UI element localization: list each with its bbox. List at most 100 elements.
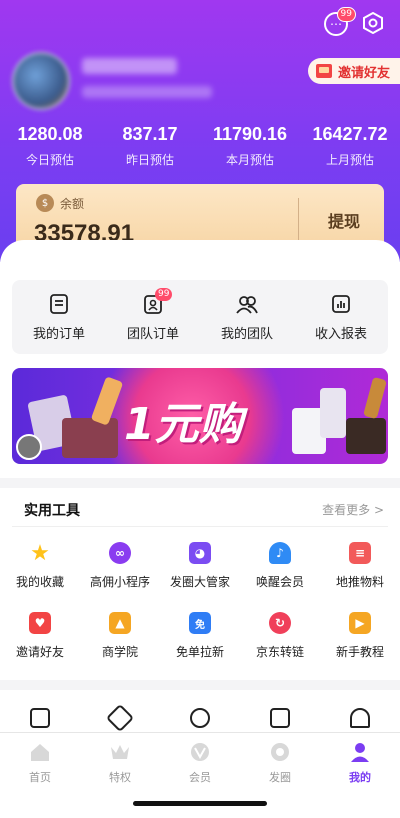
withdraw-button[interactable]: 提现: [328, 208, 360, 232]
free-ticket-icon: 免: [189, 612, 211, 634]
stat-yesterday[interactable]: 837.17 昨日预估: [100, 124, 200, 168]
tools-title: 实用工具: [24, 503, 80, 519]
stat-value: 1280.08: [17, 124, 83, 144]
balance-label-row: $ 余额: [36, 194, 84, 212]
tool-wake-members[interactable]: ♪ 唤醒会员: [240, 542, 320, 598]
envelope-icon: [315, 64, 332, 78]
tool-label: 免单拉新: [175, 645, 224, 659]
checklist-icon[interactable]: [240, 708, 320, 728]
user-id-blurred: [82, 86, 212, 98]
message-badge: 99: [336, 7, 356, 22]
divider: [298, 198, 299, 242]
profile-header: ⋯ 99 邀请好友 1280.08 今日预估 837.17 昨日预估 11790…: [0, 0, 400, 262]
banner-title: 1元购: [124, 399, 243, 450]
report-icon: [332, 294, 350, 313]
tool-label: 邀请好友: [15, 645, 64, 659]
tool-label: 地推物料: [335, 575, 384, 589]
settings-button[interactable]: [362, 12, 384, 34]
money-bag-icon: $: [36, 194, 54, 212]
order-label: 我的团队: [220, 326, 273, 342]
stat-this-month[interactable]: 11790.16 本月预估: [200, 124, 300, 168]
stat-today[interactable]: 1280.08 今日预估: [0, 124, 100, 168]
astronaut-icon[interactable]: [160, 708, 240, 728]
main-content: 我的订单 99 团队订单 我的团队 收入报表 1元购 实用工具 查看更多 > ★…: [0, 262, 400, 733]
section-divider: [0, 680, 400, 690]
section-divider: [0, 478, 400, 488]
tab-home[interactable]: 首页: [0, 741, 80, 785]
tool-promo-materials[interactable]: ≡ 地推物料: [320, 542, 400, 598]
headset-icon[interactable]: [320, 708, 400, 728]
stat-label: 今日预估: [25, 153, 74, 167]
handshake-icon[interactable]: [80, 703, 160, 733]
robot-icon: ◕: [189, 542, 211, 564]
avatar[interactable]: [12, 52, 70, 110]
my-team-button[interactable]: 我的团队: [200, 280, 294, 354]
balance-label: 余额: [60, 196, 85, 211]
material-icon: ≡: [349, 542, 371, 564]
tool-invite-friends[interactable]: ♥ 邀请好友: [0, 612, 80, 668]
tool-label: 京东转链: [255, 645, 304, 659]
divider: [12, 526, 388, 527]
tool-jd-link[interactable]: ↻ 京东转链: [240, 612, 320, 668]
tool-favorites[interactable]: ★ 我的收藏: [0, 540, 80, 598]
income-report-button[interactable]: 收入报表: [294, 280, 388, 354]
bell-icon: ♪: [269, 542, 291, 564]
promo-banner[interactable]: 1元购: [12, 368, 388, 464]
tool-tutorial[interactable]: ▶ 新手教程: [320, 612, 400, 668]
stat-last-month[interactable]: 16427.72 上月预估: [300, 124, 400, 168]
profile-icon: [351, 743, 369, 762]
cat-avatar-icon: [16, 434, 42, 460]
tool-mini-program[interactable]: ∞ 高佣小程序: [80, 542, 160, 598]
tool-label: 唤醒会员: [255, 575, 304, 589]
product-image: [363, 376, 387, 420]
crown-icon: [111, 745, 129, 759]
top-actions: ⋯ 99: [324, 7, 384, 36]
team-icon: [236, 295, 258, 314]
envelope-icon: ♥: [29, 612, 51, 634]
tab-label: 首页: [29, 771, 51, 784]
tab-mine[interactable]: 我的: [320, 741, 400, 785]
tab-label: 会员: [189, 771, 211, 784]
headphones-icon: [350, 708, 370, 728]
circle-icon: [271, 743, 289, 761]
home-icon: [31, 744, 49, 761]
order-shortcuts: 我的订单 99 团队订单 我的团队 收入报表: [12, 280, 388, 354]
team-orders-button[interactable]: 99 团队订单: [106, 280, 200, 354]
gear-icon: [363, 12, 383, 34]
order-icon: [50, 293, 68, 314]
link-icon: ↻: [269, 612, 291, 634]
stat-value: 11790.16: [212, 124, 288, 144]
tab-moments[interactable]: 发圈: [240, 741, 320, 785]
stat-label: 本月预估: [225, 153, 274, 167]
star-icon: ★: [30, 540, 50, 566]
tab-label: 特权: [109, 771, 131, 784]
tool-label: 商学院: [101, 645, 138, 659]
help-icon[interactable]: [0, 708, 80, 728]
tab-label: 发圈: [269, 771, 291, 784]
invite-label: 邀请好友: [337, 65, 390, 81]
tools-more-link[interactable]: 查看更多 >: [322, 501, 384, 518]
invite-friends-button[interactable]: 邀请好友: [307, 58, 400, 84]
tab-member[interactable]: 会员: [160, 741, 240, 785]
home-indicator: [133, 801, 267, 806]
film-icon: ▶: [349, 612, 371, 634]
tool-label: 新手教程: [335, 645, 384, 659]
stat-label: 上月预估: [325, 153, 374, 167]
product-image: [346, 418, 386, 454]
tool-label: 高佣小程序: [89, 575, 150, 589]
partial-icon-row: [0, 703, 400, 733]
mini-program-icon: ∞: [109, 542, 131, 564]
graduation-cap-icon: ▲: [109, 612, 131, 634]
earnings-stats: 1280.08 今日预估 837.17 昨日预估 11790.16 本月预估 1…: [0, 124, 400, 168]
tool-label: 发圈大管家: [169, 575, 230, 589]
tool-post-manager[interactable]: ◕ 发圈大管家: [160, 542, 240, 598]
order-label: 收入报表: [314, 326, 367, 342]
my-orders-button[interactable]: 我的订单: [12, 280, 106, 354]
tool-free-order[interactable]: 免 免单拉新: [160, 612, 240, 668]
tab-privilege[interactable]: 特权: [80, 741, 160, 785]
message-button[interactable]: ⋯ 99: [324, 7, 356, 36]
vip-icon: [191, 743, 209, 761]
product-image: [62, 418, 118, 458]
card-curve: [0, 240, 400, 264]
tool-business-school[interactable]: ▲ 商学院: [80, 612, 160, 668]
